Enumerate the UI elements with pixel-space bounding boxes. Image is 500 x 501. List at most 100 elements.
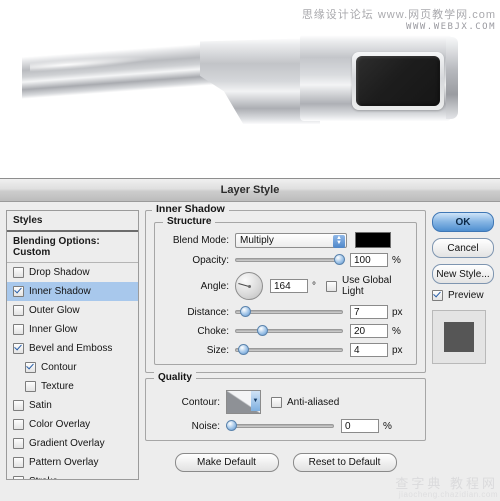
shadow-color-swatch[interactable] bbox=[355, 232, 391, 248]
make-default-button[interactable]: Make Default bbox=[174, 453, 279, 472]
cancel-button[interactable]: Cancel bbox=[432, 238, 494, 258]
choke-slider-knob[interactable] bbox=[257, 325, 268, 336]
angle-label: Angle: bbox=[200, 280, 229, 292]
style-checkbox[interactable] bbox=[25, 381, 36, 392]
style-item-pattern-overlay[interactable]: Pattern Overlay bbox=[7, 453, 138, 472]
distance-input[interactable]: 7 bbox=[350, 305, 388, 319]
style-item-inner-shadow[interactable]: Inner Shadow bbox=[7, 282, 138, 301]
style-checkbox[interactable] bbox=[13, 324, 24, 335]
use-global-light-checkbox[interactable] bbox=[326, 280, 337, 292]
style-checkbox[interactable] bbox=[13, 400, 24, 411]
size-slider-knob[interactable] bbox=[238, 344, 249, 355]
style-item-drop-shadow[interactable]: Drop Shadow bbox=[7, 263, 138, 282]
watermark-top: 思缘设计论坛 www.网页教学网.com WWW.WEBJX.COM bbox=[302, 9, 496, 32]
noise-row: Noise: 0 % bbox=[154, 419, 417, 433]
style-item-label: Contour bbox=[41, 362, 77, 373]
inner-shadow-section-title: Inner Shadow bbox=[152, 203, 229, 215]
inner-shadow-settings: Inner Shadow Structure Blend Mode: Multi… bbox=[145, 203, 426, 480]
anti-aliased-row[interactable]: Anti-aliased bbox=[271, 396, 340, 408]
noise-slider-knob[interactable] bbox=[226, 420, 237, 431]
opacity-row: Opacity: 100 % bbox=[163, 253, 408, 267]
preview-swatch bbox=[444, 322, 474, 352]
style-item-satin[interactable]: Satin bbox=[7, 396, 138, 415]
style-item-contour[interactable]: Contour bbox=[7, 358, 138, 377]
new-style-button[interactable]: New Style... bbox=[432, 264, 494, 284]
styles-panel: Styles Blending Options: Custom Drop Sha… bbox=[6, 210, 139, 480]
choke-input[interactable]: 20 bbox=[350, 324, 388, 338]
style-item-inner-glow[interactable]: Inner Glow bbox=[7, 320, 138, 339]
style-checkbox[interactable] bbox=[13, 267, 24, 278]
style-item-outer-glow[interactable]: Outer Glow bbox=[7, 301, 138, 320]
angle-row: Angle: 164 ° Use Global Light bbox=[163, 272, 408, 300]
style-item-label: Texture bbox=[41, 381, 74, 392]
layer-style-dialog: Layer Style Styles Blending Options: Cus… bbox=[0, 178, 500, 501]
watermark-bottom: 查字典 教程网 jiaocheng.chazidian.com bbox=[395, 477, 498, 499]
size-slider[interactable] bbox=[235, 344, 343, 355]
chevron-down-icon[interactable]: ▼ bbox=[251, 391, 260, 411]
opacity-unit: % bbox=[392, 254, 401, 266]
style-checkbox[interactable] bbox=[13, 343, 24, 354]
style-item-label: Stroke bbox=[29, 476, 58, 479]
size-unit: px bbox=[392, 344, 403, 356]
use-global-light-label: Use Global Light bbox=[342, 275, 392, 297]
distance-unit: px bbox=[392, 306, 403, 318]
artwork-canvas: 思缘设计论坛 www.网页教学网.com WWW.WEBJX.COM bbox=[0, 0, 500, 178]
distance-label: Distance: bbox=[187, 306, 229, 318]
noise-slider[interactable] bbox=[226, 420, 334, 431]
style-item-label: Bevel and Emboss bbox=[29, 343, 113, 354]
ok-button[interactable]: OK bbox=[432, 212, 494, 232]
styles-list: Drop Shadow Inner Shadow Outer Glow Inner G… bbox=[7, 263, 138, 479]
preview-row[interactable]: Preview bbox=[432, 290, 494, 301]
opacity-input[interactable]: 100 bbox=[350, 253, 388, 267]
noise-input[interactable]: 0 bbox=[341, 419, 379, 433]
style-checkbox[interactable] bbox=[13, 457, 24, 468]
style-checkbox[interactable] bbox=[13, 438, 24, 449]
quality-legend: Quality bbox=[154, 372, 196, 383]
angle-dial[interactable] bbox=[235, 272, 263, 300]
preview-checkbox[interactable] bbox=[432, 290, 443, 301]
size-label: Size: bbox=[206, 344, 229, 356]
blend-mode-select[interactable]: Multiply ▲ ▼ bbox=[235, 232, 347, 248]
style-item-label: Pattern Overlay bbox=[29, 457, 99, 468]
choke-row: Choke: 20 % bbox=[163, 324, 408, 338]
style-checkbox[interactable] bbox=[13, 476, 24, 479]
structure-legend: Structure bbox=[163, 216, 216, 227]
distance-row: Distance: 7 px bbox=[163, 305, 408, 319]
dialog-actions: OK Cancel New Style... Preview bbox=[432, 210, 494, 480]
anti-aliased-checkbox[interactable] bbox=[271, 396, 282, 408]
distance-slider[interactable] bbox=[235, 306, 343, 317]
style-checkbox[interactable] bbox=[13, 419, 24, 430]
watermark-bottom-cn: 查字典 教程网 bbox=[395, 475, 498, 491]
watermark-top-url: WWW.WEBJX.COM bbox=[406, 21, 496, 32]
watermark-bottom-url: jiaocheng.chazidian.com bbox=[398, 489, 498, 499]
size-input[interactable]: 4 bbox=[350, 343, 388, 357]
chevron-updown-icon[interactable]: ▲ ▼ bbox=[333, 234, 345, 248]
structure-group: Structure Blend Mode: Multiply ▲ ▼ Opacit… bbox=[154, 216, 417, 365]
contour-preset-picker[interactable]: ▼ bbox=[226, 390, 261, 414]
style-checkbox[interactable] bbox=[25, 362, 36, 373]
angle-input[interactable]: 164 bbox=[270, 279, 308, 293]
style-item-gradient-overlay[interactable]: Gradient Overlay bbox=[7, 434, 138, 453]
device-screen bbox=[356, 56, 440, 106]
distance-slider-knob[interactable] bbox=[240, 306, 251, 317]
style-item-color-overlay[interactable]: Color Overlay bbox=[7, 415, 138, 434]
reset-to-default-button[interactable]: Reset to Default bbox=[292, 453, 397, 472]
style-item-label: Gradient Overlay bbox=[29, 438, 105, 449]
style-checkbox[interactable] bbox=[13, 286, 24, 297]
style-item-bevel-and-emboss[interactable]: Bevel and Emboss bbox=[7, 339, 138, 358]
opacity-slider[interactable] bbox=[235, 254, 345, 265]
style-checkbox[interactable] bbox=[13, 305, 24, 316]
blend-mode-value: Multiply bbox=[240, 234, 274, 246]
opacity-slider-knob[interactable] bbox=[334, 254, 345, 265]
blending-options-item[interactable]: Blending Options: Custom bbox=[7, 232, 138, 263]
style-item-stroke[interactable]: Stroke bbox=[7, 472, 138, 479]
anti-aliased-label: Anti-aliased bbox=[287, 396, 340, 408]
style-item-texture[interactable]: Texture bbox=[7, 377, 138, 396]
angle-hub bbox=[247, 284, 251, 288]
style-item-label: Color Overlay bbox=[29, 419, 91, 430]
choke-label: Choke: bbox=[197, 325, 229, 337]
use-global-light-row[interactable]: Use Global Light bbox=[326, 275, 408, 297]
contour-label: Contour: bbox=[181, 396, 220, 408]
size-row: Size: 4 px bbox=[163, 343, 408, 357]
choke-slider[interactable] bbox=[235, 325, 343, 336]
